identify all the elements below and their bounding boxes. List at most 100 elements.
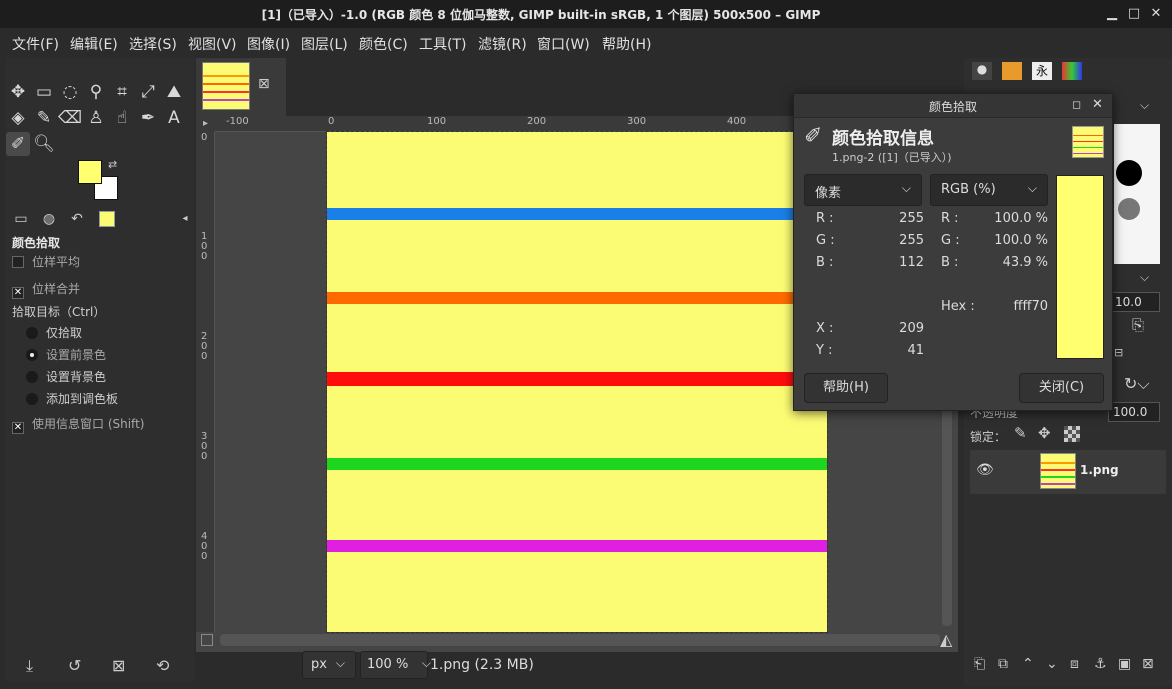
target-set-background[interactable]: 设置背景色 xyxy=(26,368,106,385)
use-info-window-checkbox[interactable]: ✕ xyxy=(12,422,24,434)
vertical-ruler[interactable]: 0 1 0 0 2 0 0 3 0 0 4 0 0 xyxy=(196,132,215,632)
mask-layer-icon[interactable]: ▣ xyxy=(1118,656,1131,672)
image-thumbnail[interactable] xyxy=(202,62,250,110)
menu-file[interactable]: 文件(F) xyxy=(12,34,59,54)
save-options-icon[interactable]: ⤓ xyxy=(26,656,33,676)
sample-average-option[interactable]: 位样平均 xyxy=(12,253,80,270)
undo-history-tab-icon[interactable]: ↶ xyxy=(64,208,90,230)
clone-icon[interactable]: ♙ xyxy=(84,106,108,130)
paths-icon[interactable]: ✒ xyxy=(136,106,160,130)
target-pick-only-radio[interactable] xyxy=(26,327,38,339)
foreground-color[interactable] xyxy=(78,160,102,184)
target-set-background-radio[interactable] xyxy=(26,371,38,383)
fuzzy-select-icon[interactable]: ⚲ xyxy=(84,80,108,104)
close-window-button[interactable]: ✕ xyxy=(1148,6,1164,22)
menu-help[interactable]: 帮助(H) xyxy=(602,34,651,54)
maximize-dialog-icon[interactable]: ◻ xyxy=(1072,98,1081,111)
layers-tab-icon[interactable]: ⊟ xyxy=(1114,346,1123,359)
menu-view[interactable]: 视图(V) xyxy=(188,34,237,54)
layer-row[interactable]: 👁︎ 1.png xyxy=(970,450,1166,494)
tool-options-tab-icon[interactable]: ▭ xyxy=(8,208,34,230)
paintbrush-icon[interactable]: ✎ xyxy=(32,106,56,130)
gradients-tab-icon[interactable] xyxy=(1062,62,1082,80)
new-group-icon[interactable]: ⧉ xyxy=(998,656,1008,672)
target-set-foreground[interactable]: 设置前景色 xyxy=(26,346,106,363)
zoom-icon[interactable]: 🔍︎ xyxy=(32,132,56,156)
swap-colors-icon[interactable]: ⇄ xyxy=(108,158,117,171)
lasso-icon[interactable]: ◌ xyxy=(58,80,82,104)
lock-pixels-icon[interactable]: ✎ xyxy=(1014,424,1027,442)
lock-alpha-icon[interactable] xyxy=(1064,426,1080,442)
text-tool-icon[interactable]: A xyxy=(162,106,186,130)
help-button[interactable]: 帮助(H) xyxy=(804,373,888,403)
crop-icon[interactable]: ⌗ xyxy=(110,80,134,104)
warp-icon[interactable]: ⛰ xyxy=(162,80,186,104)
zoom-selector[interactable]: 100 % ⌵ xyxy=(360,651,431,679)
menu-tools[interactable]: 工具(T) xyxy=(419,34,466,54)
rect-select-icon[interactable]: ▭ xyxy=(32,80,56,104)
brushes-tab-icon[interactable]: ● xyxy=(972,62,992,80)
close-button[interactable]: 关闭(C) xyxy=(1019,373,1104,403)
duplicate-layer-icon[interactable]: ⧈ xyxy=(1070,656,1079,672)
sample-merged-checkbox[interactable]: ✕ xyxy=(12,287,24,299)
use-info-window-option[interactable]: ✕ 使用信息窗口 (Shift) xyxy=(12,415,144,434)
dock-menu-icon[interactable]: ◂ xyxy=(172,208,198,230)
minimize-button[interactable]: ▁ xyxy=(1104,6,1120,22)
edit-brush-icon[interactable]: ⎘ xyxy=(1132,316,1144,334)
lower-layer-icon[interactable]: ⌄ xyxy=(1046,656,1058,672)
move-tool-icon[interactable]: ✥ xyxy=(6,80,30,104)
left-mode-selector[interactable]: 像素 ⌵ xyxy=(804,174,922,206)
chevron-down-icon[interactable]: ⌵ xyxy=(1140,98,1149,113)
new-layer-icon[interactable]: ⎗ xyxy=(974,656,985,672)
menu-select[interactable]: 选择(S) xyxy=(129,34,177,54)
target-add-palette[interactable]: 添加到调色板 xyxy=(26,390,118,407)
close-dialog-icon[interactable]: ✕ xyxy=(1092,97,1103,112)
chevron-down-icon[interactable]: ⌵ xyxy=(1140,270,1149,285)
navigate-icon[interactable] xyxy=(201,634,213,646)
fonts-tab-icon[interactable]: 永 xyxy=(1032,62,1052,80)
transform-icon[interactable]: ⤢ xyxy=(136,80,160,104)
target-set-foreground-radio[interactable] xyxy=(26,349,38,361)
eraser-icon[interactable]: ⌫ xyxy=(58,106,82,130)
delete-layer-icon[interactable]: ⊠ xyxy=(1142,656,1154,672)
target-pick-only[interactable]: 仅拾取 xyxy=(26,324,82,341)
color-picker-icon[interactable]: ✐ xyxy=(6,132,30,156)
restore-options-icon[interactable]: ↺ xyxy=(68,656,81,675)
brush-preview[interactable] xyxy=(1114,124,1160,264)
raise-layer-icon[interactable]: ⌃ xyxy=(1022,656,1034,672)
sample-average-checkbox[interactable] xyxy=(12,256,24,268)
mode-switch-icon[interactable]: ↻⌵ xyxy=(1124,374,1150,394)
anchor-layer-icon[interactable]: ⚓︎ xyxy=(1094,656,1107,672)
close-image-tab-icon[interactable]: ⊠ xyxy=(258,76,270,92)
sample-merged-option[interactable]: ✕ 位样合并 xyxy=(12,280,80,299)
pixel-b-value: 112 xyxy=(899,255,924,270)
device-status-tab-icon[interactable]: ◍ xyxy=(36,208,62,230)
bucket-fill-icon[interactable]: ◈ xyxy=(6,106,30,130)
images-tab-icon[interactable] xyxy=(94,208,120,230)
layer-name[interactable]: 1.png xyxy=(1080,463,1119,477)
maximize-button[interactable]: □ xyxy=(1126,6,1142,22)
brush-size-field[interactable]: 10.0 xyxy=(1110,292,1160,312)
menu-filters[interactable]: 滤镜(R) xyxy=(478,34,527,54)
target-add-palette-radio[interactable] xyxy=(26,393,38,405)
reset-options-icon[interactable]: ⟲ xyxy=(156,656,169,675)
menu-windows[interactable]: 窗口(W) xyxy=(537,34,590,54)
quick-mask-corner-icon[interactable]: ▸ xyxy=(196,116,215,132)
zoom-fit-icon[interactable]: ◭ xyxy=(940,630,952,649)
menu-layer[interactable]: 图层(L) xyxy=(301,34,348,54)
menu-colors[interactable]: 颜色(C) xyxy=(359,34,408,54)
unit-selector[interactable]: px ⌵ xyxy=(302,651,356,679)
fg-bg-colors[interactable]: ⇄ xyxy=(78,158,124,200)
menu-edit[interactable]: 编辑(E) xyxy=(70,34,118,54)
horizontal-scrollbar[interactable] xyxy=(220,634,940,646)
menu-image[interactable]: 图像(I) xyxy=(247,34,290,54)
lock-position-icon[interactable]: ✥ xyxy=(1038,424,1051,442)
patterns-tab-icon[interactable] xyxy=(1002,62,1022,80)
smudge-icon[interactable]: ☝ xyxy=(110,106,134,130)
visibility-eye-icon[interactable]: 👁︎ xyxy=(976,462,994,478)
opacity-field[interactable]: 100.0 xyxy=(1108,402,1160,422)
image-canvas[interactable] xyxy=(326,131,828,633)
delete-options-icon[interactable]: ⊠ xyxy=(112,656,125,675)
dialog-title-bar[interactable]: 颜色拾取 ◻ ✕ xyxy=(794,94,1112,118)
right-mode-selector[interactable]: RGB (%) ⌵ xyxy=(930,174,1048,206)
